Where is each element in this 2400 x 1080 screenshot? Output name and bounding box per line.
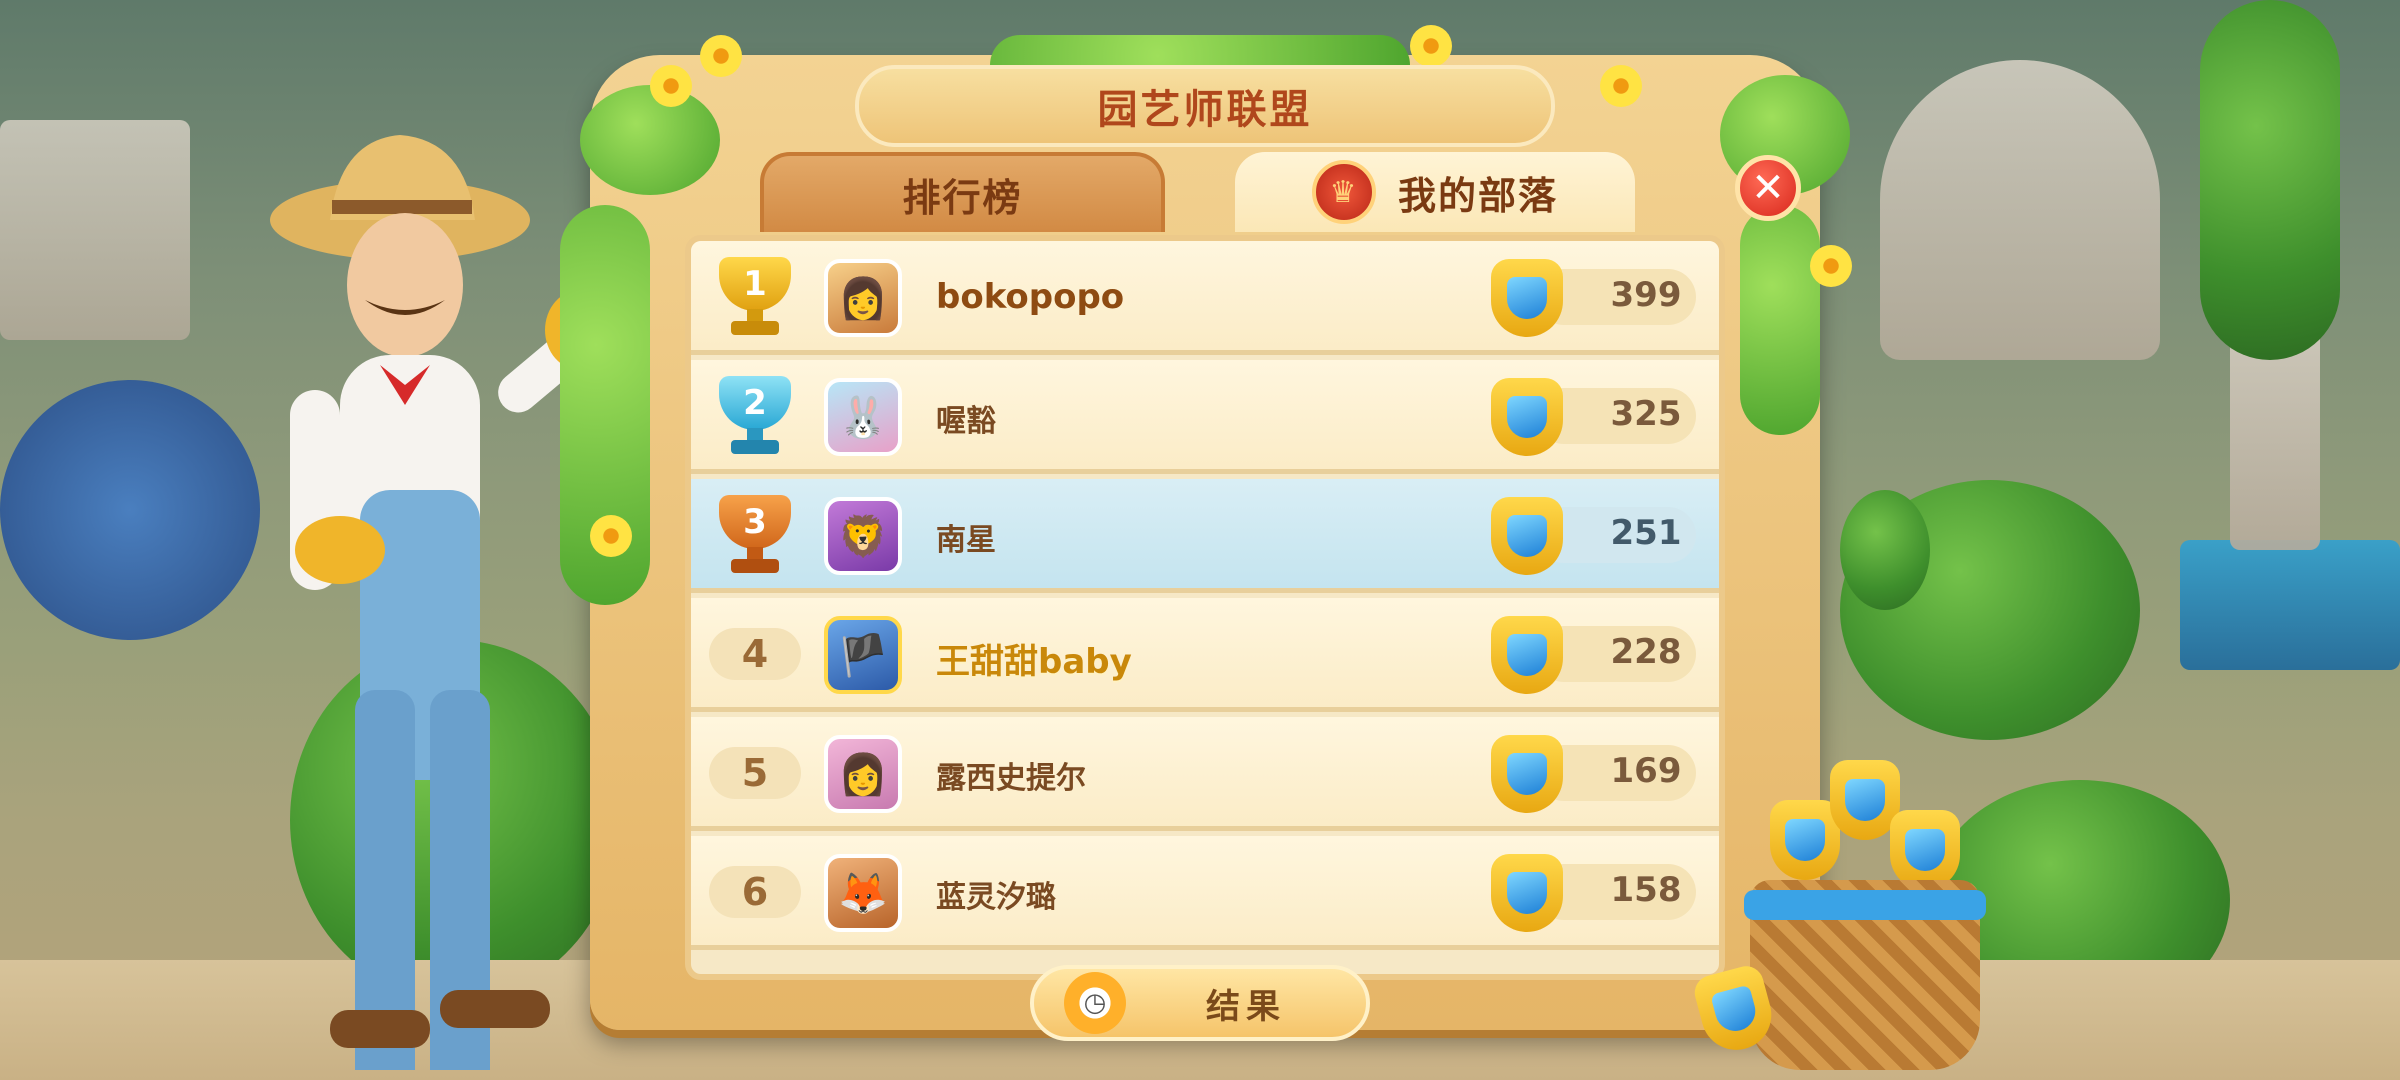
player-name: 露西史提尔 xyxy=(936,761,1086,796)
rank-number: 6 xyxy=(741,870,769,914)
player-score: 251 xyxy=(1610,513,1682,553)
avatar[interactable]: 🏴 xyxy=(824,616,902,694)
avatar[interactable]: 👩 xyxy=(824,735,902,813)
avatar[interactable]: 🦊 xyxy=(824,854,902,932)
gem-crest-icon xyxy=(1890,810,1960,890)
gem-crest-icon xyxy=(1770,800,1840,880)
player-score: 228 xyxy=(1610,632,1682,672)
flower-icon xyxy=(650,65,692,107)
list-item[interactable]: 1 👩 bokopopo 399 xyxy=(691,241,1719,355)
list-item-self[interactable]: 3 🦁 南星 251 xyxy=(691,479,1719,593)
vine-leaf xyxy=(580,85,720,195)
gem-crest-icon xyxy=(1491,259,1563,337)
rank-number: 2 xyxy=(743,383,767,423)
rank-number: 5 xyxy=(741,751,769,795)
avatar[interactable]: 🐰 xyxy=(824,378,902,456)
rank-badge: 4 xyxy=(709,628,801,680)
close-icon: ✕ xyxy=(1751,165,1785,211)
list-item[interactable]: 6 🦊 蓝灵汐璐 158 xyxy=(691,836,1719,950)
fountain-tower xyxy=(1880,60,2160,360)
blue-flowers xyxy=(0,380,260,640)
cypress-tree xyxy=(2200,0,2340,360)
result-button[interactable]: ◷ 结果 xyxy=(1030,965,1370,1041)
mosaic-pedestal xyxy=(2180,540,2400,670)
flower-icon xyxy=(1410,25,1452,67)
clock-icon: ◷ xyxy=(1064,972,1126,1034)
rank-number: 1 xyxy=(743,264,767,304)
title-plaque: 园艺师联盟 xyxy=(855,65,1555,147)
rank-number: 4 xyxy=(741,632,769,676)
statue xyxy=(0,120,190,340)
rank-number: 3 xyxy=(743,502,767,542)
tab-label: 排行榜 xyxy=(902,175,1023,220)
leaderboard-list[interactable]: 1 👩 bokopopo 399 2 🐰 喔豁 325 3 🦁 南星 251 4… xyxy=(685,235,1725,980)
flower-icon xyxy=(700,35,742,77)
gem-crest-icon xyxy=(1491,735,1563,813)
tab-leaderboard[interactable]: 排行榜 xyxy=(760,152,1165,232)
player-name: 王甜甜baby xyxy=(936,642,1132,682)
result-label: 结果 xyxy=(1206,986,1286,1027)
trophy-cup: 2 xyxy=(719,376,791,430)
alliance-panel: 园艺师联盟 排行榜 ♛ 我的部落 ✕ 1 👩 bokopopo 399 2 🐰 … xyxy=(560,25,1852,1041)
trophy-cup: 3 xyxy=(719,495,791,549)
flower-icon xyxy=(1600,65,1642,107)
list-item[interactable]: 4 🏴 王甜甜baby 228 xyxy=(691,598,1719,712)
player-score: 399 xyxy=(1610,275,1682,315)
gem-crest-icon xyxy=(1491,616,1563,694)
close-button[interactable]: ✕ xyxy=(1735,155,1801,221)
gem-crest-icon xyxy=(1491,497,1563,575)
rank-badge: 5 xyxy=(709,747,801,799)
topiary xyxy=(1840,490,1930,610)
vine-leaf xyxy=(1740,205,1820,435)
rank-badge: 6 xyxy=(709,866,801,918)
avatar[interactable]: 🦁 xyxy=(824,497,902,575)
crest-basket xyxy=(1744,740,1986,1070)
gem-crest-icon xyxy=(1491,854,1563,932)
player-name: 南星 xyxy=(936,523,996,558)
player-score: 158 xyxy=(1610,870,1682,910)
flower-icon xyxy=(590,515,632,557)
gold-trophy-icon: 1 xyxy=(709,257,801,339)
gem-crest-icon xyxy=(1491,378,1563,456)
tab-label: 我的部落 xyxy=(1397,173,1558,218)
list-item[interactable]: 5 👩 露西史提尔 169 xyxy=(691,717,1719,831)
player-score: 325 xyxy=(1610,394,1682,434)
tiger-emblem-icon: ♛ xyxy=(1311,160,1376,224)
bronze-trophy-icon: 3 xyxy=(709,495,801,577)
list-item[interactable]: 2 🐰 喔豁 325 xyxy=(691,360,1719,474)
flower-icon xyxy=(1810,245,1852,287)
page-title: 园艺师联盟 xyxy=(1097,87,1313,133)
player-name: 喔豁 xyxy=(936,404,996,439)
basket-ribbon xyxy=(1744,890,1986,920)
player-score: 169 xyxy=(1610,751,1682,791)
tab-my-tribe[interactable]: ♛ 我的部落 xyxy=(1235,152,1635,232)
avatar[interactable]: 👩 xyxy=(824,259,902,337)
player-name: bokopopo xyxy=(936,277,1125,317)
silver-trophy-icon: 2 xyxy=(709,376,801,458)
player-name: 蓝灵汐璐 xyxy=(936,880,1056,915)
trophy-cup: 1 xyxy=(719,257,791,311)
